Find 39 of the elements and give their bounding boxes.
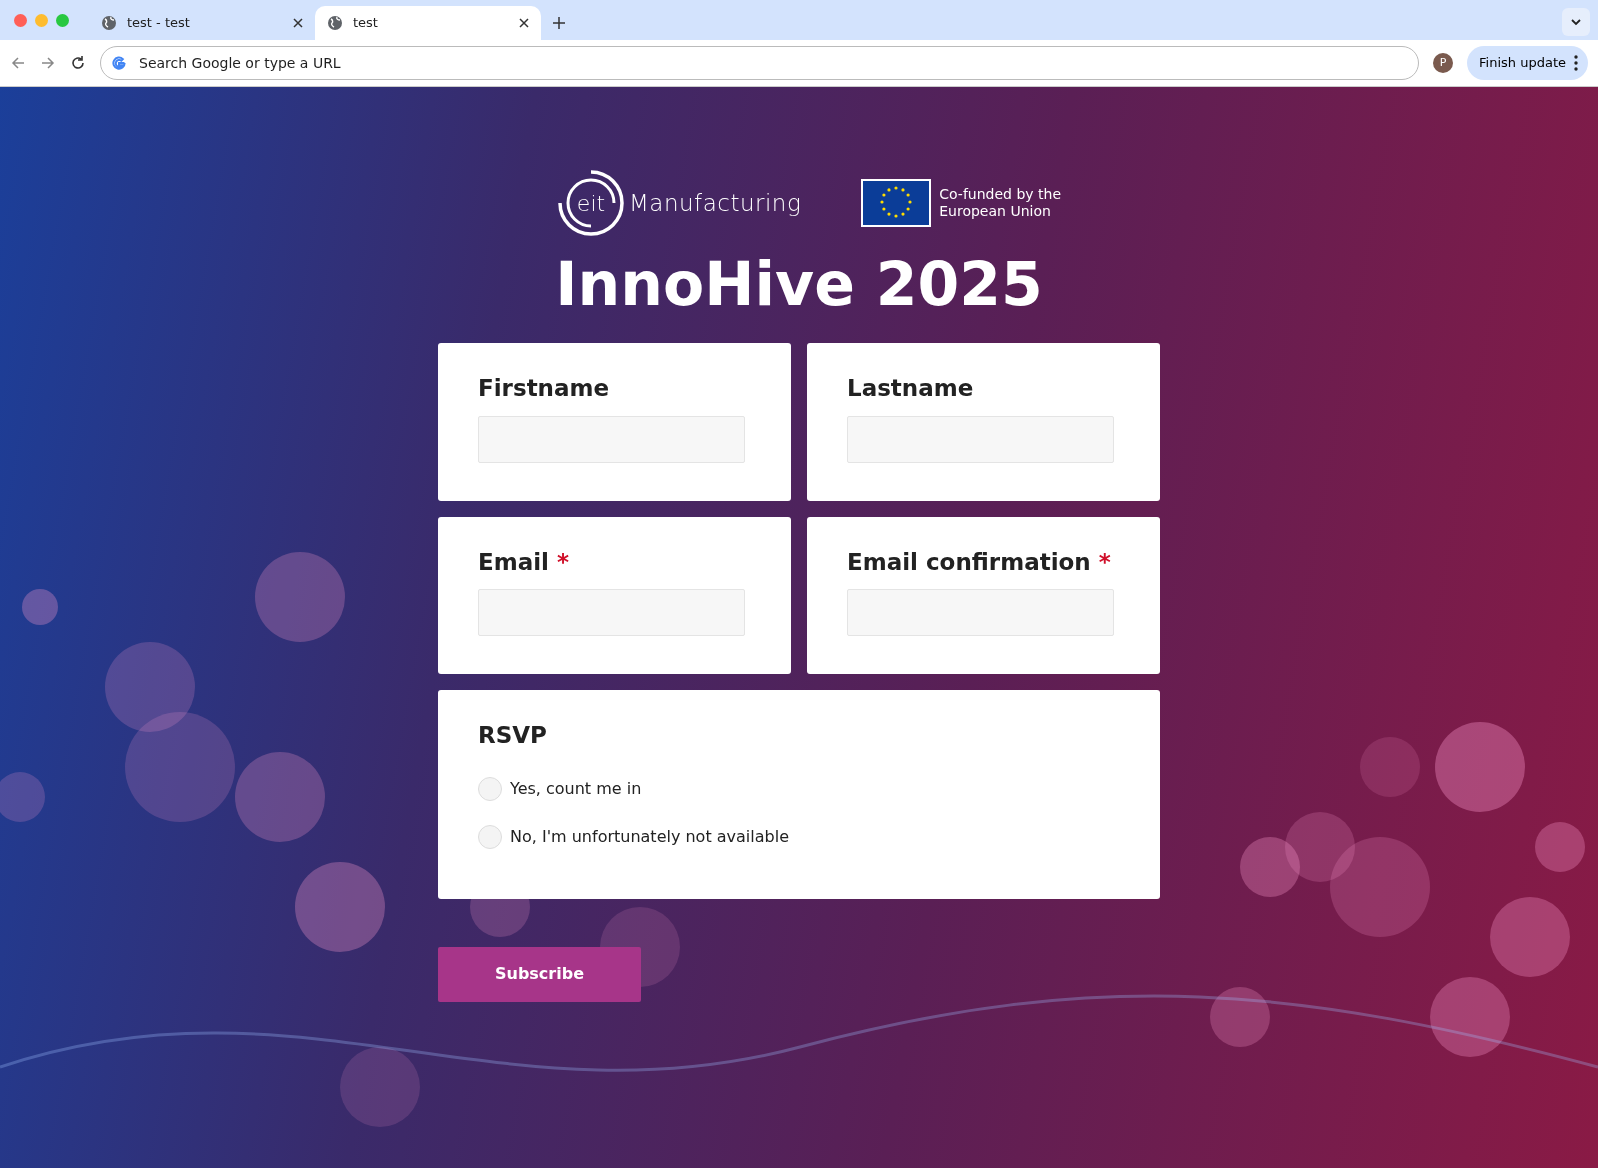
input-field[interactable] xyxy=(847,415,1114,463)
new-tab-icon[interactable] xyxy=(553,17,565,29)
flag-icon xyxy=(861,179,932,227)
globe-icon xyxy=(101,15,117,31)
update-button[interactable]: Finish update xyxy=(1467,46,1588,80)
back-icon[interactable] xyxy=(10,55,26,71)
window-control-button[interactable] xyxy=(35,13,48,27)
reload-icon[interactable] xyxy=(70,55,86,71)
radio-button[interactable] xyxy=(478,776,502,801)
field-label: Email * xyxy=(478,547,569,577)
field-label: RSVP xyxy=(478,721,548,750)
browser-tab[interactable]: test - test xyxy=(89,6,315,40)
logo-caption: Co-funded by the xyxy=(939,186,1061,203)
radio-label[interactable]: Yes, count me in xyxy=(510,776,642,801)
field-label: Email confirmation * xyxy=(847,547,1111,577)
globe-icon xyxy=(327,15,343,31)
input-field[interactable] xyxy=(478,415,745,463)
window-control-button[interactable] xyxy=(14,13,27,27)
logo-caption: European Union xyxy=(939,203,1052,220)
field-label: Firstname xyxy=(478,374,610,403)
input-field[interactable] xyxy=(847,589,1114,636)
field-label: Lastname xyxy=(847,374,974,403)
address-field[interactable]: Search Google or type a URL xyxy=(100,46,1420,80)
radio-label[interactable]: No, I'm unfortunately not available xyxy=(510,824,789,849)
ring-logo-icon xyxy=(557,169,625,237)
google-icon xyxy=(112,56,126,70)
radio-button[interactable] xyxy=(478,824,502,849)
logo-name: Manufacturing xyxy=(629,188,802,218)
profile-avatar[interactable]: P xyxy=(1433,53,1454,73)
logo-mark: eit xyxy=(576,189,606,218)
browser-tab[interactable]: test xyxy=(315,6,541,40)
input-field[interactable] xyxy=(478,589,745,636)
window-control-button[interactable] xyxy=(56,13,69,27)
subscribe-button[interactable]: Subscribe xyxy=(438,946,641,1002)
page-title: InnoHive 2025 xyxy=(554,251,1044,317)
more-icon[interactable] xyxy=(1574,55,1578,71)
close-icon[interactable] xyxy=(519,18,529,28)
close-icon[interactable] xyxy=(293,18,303,28)
forward-icon[interactable] xyxy=(40,55,56,71)
